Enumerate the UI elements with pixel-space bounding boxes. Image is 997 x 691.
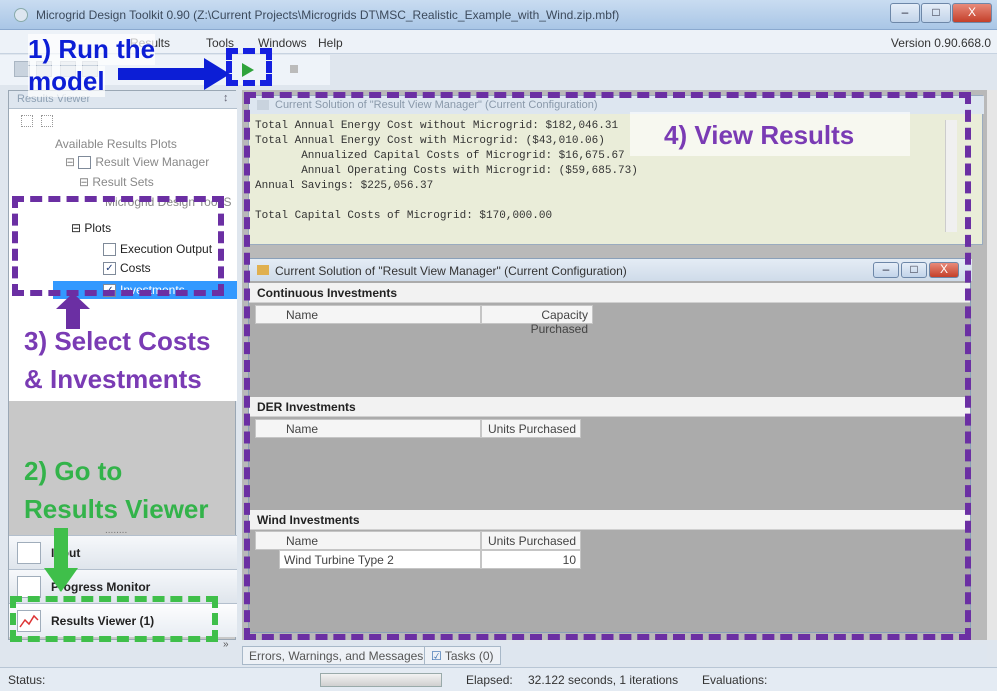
annotation-run-model-line2: model (28, 66, 105, 97)
collapse-icon[interactable]: ⊟ (65, 155, 78, 169)
tasks-icon: ☑ (431, 649, 445, 663)
main-vertical-scrollbar[interactable] (987, 90, 997, 640)
results-viewer-highlight (10, 596, 218, 642)
tab-tasks-label: Tasks (0) (444, 649, 494, 663)
version-label: Version 0.90.668.0 (890, 36, 991, 50)
annotation-go-to-line1: 2) Go to (24, 456, 123, 486)
pin-icon[interactable]: ↕ (223, 92, 229, 104)
menu-help[interactable]: Help (318, 36, 343, 50)
status-bar: Status: Elapsed: 32.122 seconds, 1 itera… (0, 667, 997, 691)
title-bar: Microgrid Design Toolkit 0.90 (Z:\Curren… (0, 0, 997, 30)
app-icon (14, 8, 28, 22)
progress-bar (320, 673, 442, 687)
run-button-highlight (226, 48, 272, 86)
input-icon (17, 542, 41, 564)
manager-checkbox[interactable] (78, 156, 92, 170)
window-title: Microgrid Design Toolkit 0.90 (Z:\Curren… (36, 8, 620, 22)
tab-errors-warnings[interactable]: Errors, Warnings, and Messages (242, 646, 431, 665)
elapsed-label: Elapsed: (466, 673, 513, 687)
annotation-view-results: 4) View Results (664, 120, 855, 150)
status-label: Status: (8, 673, 46, 687)
annotation-select-costs-line2: & Investments (24, 364, 202, 394)
stop-icon[interactable] (290, 65, 298, 73)
tree-item-result-sets[interactable]: ⊟ Result Sets (79, 175, 154, 189)
elapsed-value: 32.122 seconds, 1 iterations (528, 673, 679, 687)
collapse-icon[interactable]: ⊟ (79, 175, 92, 189)
bottom-tab-strip: Errors, Warnings, and Messages ☑ Tasks (… (242, 644, 987, 666)
minimize-button[interactable]: – (890, 3, 920, 23)
plots-selection-highlight (12, 196, 224, 296)
tree-item-result-sets-label: Result Sets (92, 175, 154, 189)
more-options-icon[interactable]: » (223, 639, 229, 650)
go-to-arrow (44, 528, 78, 592)
tab-tasks[interactable]: ☑ Tasks (0) (424, 646, 501, 665)
close-button[interactable]: X (952, 3, 992, 23)
annotation-go-to-line2: Results Viewer (24, 494, 209, 524)
evaluations-label: Evaluations: (702, 673, 768, 687)
select-arrow (56, 293, 90, 329)
progress-monitor-icon (17, 576, 41, 598)
expand-all-icon[interactable] (21, 115, 33, 127)
run-arrow (118, 58, 230, 90)
collapse-all-icon[interactable] (41, 115, 53, 127)
results-area-highlight (244, 92, 971, 640)
tree-root[interactable]: Available Results Plots (55, 137, 177, 151)
tree-item-manager-label: Result View Manager (95, 155, 210, 169)
annotation-select-costs-line1: 3) Select Costs (24, 326, 211, 356)
tree-item-manager[interactable]: ⊟ Result View Manager (65, 155, 210, 170)
maximize-button[interactable]: □ (921, 3, 951, 23)
